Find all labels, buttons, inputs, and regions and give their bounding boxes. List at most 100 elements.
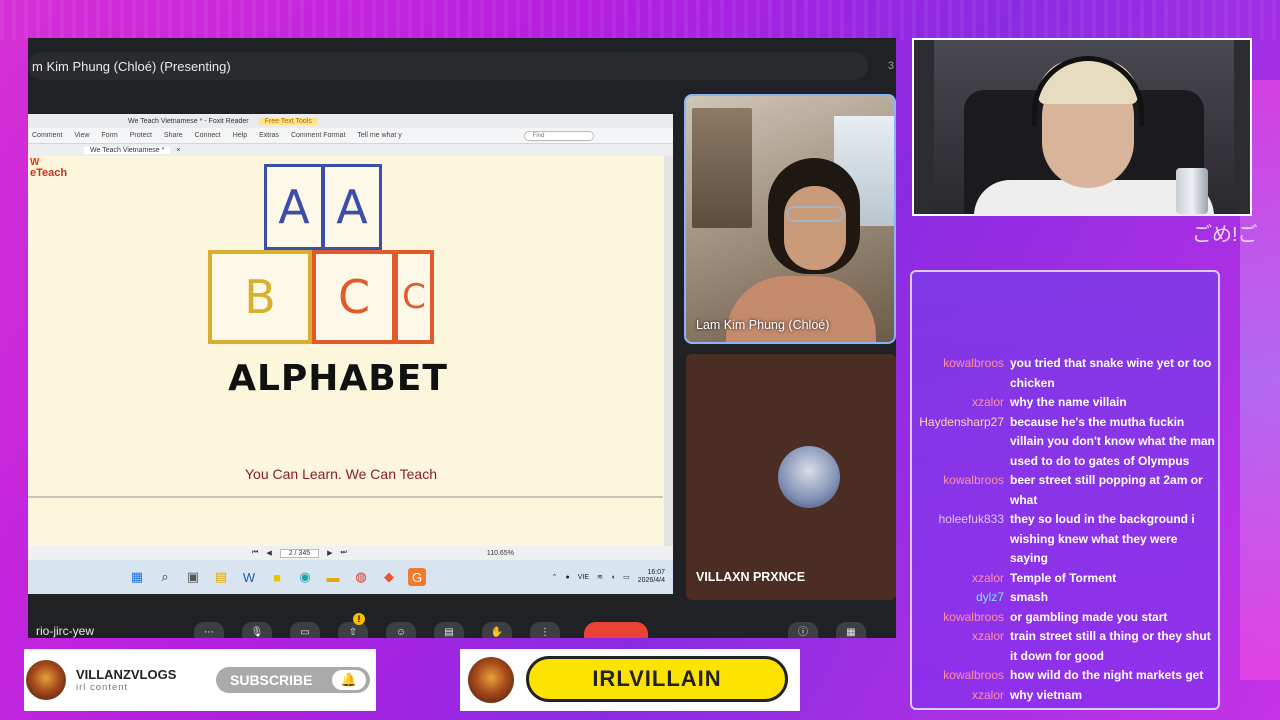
document-tab[interactable]: We Teach Vietnamese * — [84, 146, 171, 154]
word-icon[interactable]: W — [240, 568, 258, 586]
volume-icon[interactable]: ◖ — [611, 574, 615, 581]
background-pattern — [0, 0, 1280, 40]
menu-protect[interactable]: Protect — [130, 132, 152, 139]
chat-message: kowalbroos how wild do the night markets… — [912, 666, 1218, 686]
chat-username: xzalor — [971, 687, 1004, 702]
edge-icon[interactable]: ◉ — [296, 568, 314, 586]
find-input[interactable]: Find — [523, 130, 594, 141]
more-options-icon[interactable]: ⋯ — [194, 622, 224, 638]
reader-tool-label: Free Text Tools — [258, 117, 318, 125]
foxit-icon[interactable]: ◆ — [380, 568, 398, 586]
block-c-1: C — [312, 250, 396, 344]
menu-view[interactable]: View — [74, 132, 89, 139]
store-icon[interactable]: ▤ — [212, 568, 230, 586]
reader-statusbar: ⏮ ◀ 2 / 345 ▶ ⏭ 110.65% — [28, 546, 673, 560]
meet-controls: rio-jirc-yew ⋯ 🎙 ▭ ⇧ ☺ ▤ ✋ ⋮ ⓘ ▦ — [28, 622, 896, 638]
clock-time: 16:07 — [647, 569, 665, 576]
streamer-avatar — [468, 657, 514, 703]
participant-glasses — [786, 206, 844, 222]
menu-extras[interactable]: Extras — [259, 132, 279, 139]
chrome-icon[interactable]: ◍ — [352, 568, 370, 586]
people-count[interactable]: 3 — [888, 60, 894, 72]
sticky-icon[interactable]: ■ — [268, 568, 286, 586]
weteach-logo: W eTeach — [30, 158, 67, 180]
subscribe-button[interactable]: SUBSCRIBE 🔔 — [216, 667, 370, 693]
clock-date: 2026/4/4 — [637, 577, 665, 584]
menu-comment[interactable]: Comment — [32, 132, 62, 139]
chat-username: Haydensharp27 — [919, 414, 1004, 429]
chat-message: xzalor why vietnam — [912, 686, 1218, 706]
chat-username: kowalbroos — [943, 609, 1004, 624]
info-icon[interactable]: ⓘ — [788, 622, 818, 638]
alphabet-blocks: A A B C C — [208, 164, 438, 354]
mic-button[interactable]: 🎙 — [242, 622, 272, 638]
emoji-button[interactable]: ☺ — [386, 622, 416, 638]
prev-page-icon[interactable]: ◀ — [266, 549, 271, 557]
tray-chevron-icon[interactable]: ⌃ — [552, 573, 558, 581]
chat-panel-icon[interactable]: ▦ — [836, 622, 866, 638]
participant-name: VILLAXN PRXNCE — [696, 570, 806, 584]
menu-form[interactable]: Form — [101, 132, 117, 139]
windows-start-icon[interactable]: ▦ — [128, 568, 146, 586]
next-page-icon[interactable]: ▶ — [327, 549, 332, 557]
reader-titlebar: We Teach Vietnamese * - Foxit Reader Fre… — [28, 114, 673, 128]
chat-message: Haydensharp27 because he's the mutha fuc… — [912, 413, 1218, 472]
chat-text: they so loud in the background i wishing… — [1010, 512, 1195, 565]
chat-username: kowalbroos — [943, 473, 1004, 487]
chat-message: kowalbroos you tried that snake wine yet… — [912, 354, 1218, 393]
subscribe-banner: VILLANZVLOGS irl content SUBSCRIBE 🔔 — [24, 649, 376, 711]
end-call-button[interactable] — [584, 622, 648, 638]
chat-message: kowalbroos beer street still popping at … — [912, 471, 1218, 510]
camera-button[interactable]: ▭ — [290, 622, 320, 638]
chat-message: xzalor why the name villain — [912, 393, 1218, 413]
present-button[interactable]: ⇧ — [338, 622, 368, 638]
language-indicator[interactable]: VIE — [578, 574, 589, 581]
menu-share[interactable]: Share — [164, 132, 183, 139]
block-b: B — [208, 250, 312, 344]
captions-button[interactable]: ▤ — [434, 622, 464, 638]
raise-hand-button[interactable]: ✋ — [482, 622, 512, 638]
channel-tagline: irl content — [76, 682, 129, 693]
meeting-code: rio-jirc-yew — [36, 624, 94, 638]
background-shelf — [692, 108, 752, 228]
taskbar-clock[interactable]: 16:07 2026/4/4 — [638, 569, 665, 585]
battery-icon[interactable]: ▭ — [623, 573, 630, 581]
kebab-menu-icon[interactable]: ⋮ — [530, 622, 560, 638]
menu-connect[interactable]: Connect — [195, 132, 221, 139]
chat-text: you tried that snake wine yet or too chi… — [1010, 356, 1212, 390]
task-view-icon[interactable]: ▣ — [184, 568, 202, 586]
app-icon[interactable]: G — [408, 568, 426, 586]
document-scrollbar[interactable] — [664, 156, 673, 546]
chat-username: dylz7 — [975, 590, 1004, 604]
tell-me-box[interactable]: Tell me what y — [357, 132, 401, 139]
chat-text: Temple of Torment — [1010, 570, 1117, 585]
chat-message: xzalor train street still a thing or the… — [912, 627, 1218, 666]
zoom-level[interactable]: 110.65% — [487, 550, 514, 557]
page-navigation: ⏮ ◀ 2 / 345 ▶ ⏭ — [252, 548, 347, 558]
chat-username: holeefuk833 — [938, 512, 1004, 526]
close-icon[interactable]: × — [176, 147, 180, 154]
chat-username: xzalor — [971, 395, 1004, 409]
windows-taskbar: ▦ ⌕ ▣ ▤ W ■ ◉ ▬ ◍ ◆ G ⌃ ● VIE ≋ ◖ ▭ 16:0… — [28, 560, 673, 594]
block-a-1: A — [264, 164, 324, 250]
presenter-bar: m Kim Phung (Chloé) (Presenting) — [28, 52, 868, 80]
search-icon[interactable]: ⌕ — [156, 568, 174, 586]
chat-message: dylz7 smash — [912, 588, 1218, 608]
participant-tile-chloe[interactable]: Lam Kim Phung (Chloé) — [684, 94, 896, 344]
bell-icon[interactable]: 🔔 — [332, 670, 366, 690]
menu-help[interactable]: Help — [233, 132, 247, 139]
channel-name: VILLANZVLOGS — [76, 667, 177, 682]
first-page-icon[interactable]: ⏮ — [252, 549, 258, 557]
subscribe-label: SUBSCRIBE — [230, 672, 313, 688]
menu-comment-format[interactable]: Comment Format — [291, 132, 345, 139]
chat-text: or gambling made you start — [1010, 609, 1168, 624]
chat-text: smash — [1010, 590, 1049, 604]
chat-text: beer street still popping at 2am or what — [1010, 473, 1203, 507]
folder-icon[interactable]: ▬ — [324, 568, 342, 586]
meet-window: m Kim Phung (Chloé) (Presenting) 3 We Te… — [28, 38, 896, 638]
mic-icon[interactable]: ● — [565, 574, 569, 581]
last-page-icon[interactable]: ⏭ — [341, 549, 347, 557]
page-indicator[interactable]: 2 / 345 — [279, 548, 320, 558]
wifi-icon[interactable]: ≋ — [597, 573, 603, 581]
participant-tile-villain[interactable]: VILLAXN PRXNCE — [686, 354, 896, 600]
